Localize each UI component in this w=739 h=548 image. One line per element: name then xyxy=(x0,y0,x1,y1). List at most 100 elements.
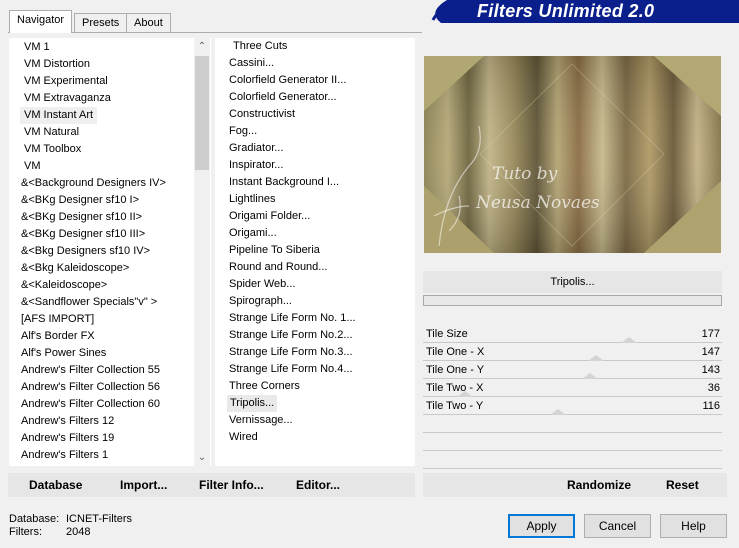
filter-item[interactable]: Inspirator... xyxy=(229,157,283,174)
right-toolbar: Randomize Reset xyxy=(423,473,727,497)
category-item[interactable]: VM Toolbox xyxy=(24,141,81,158)
category-item[interactable]: &<BKg Designer sf10 III> xyxy=(21,226,145,243)
filters-label: Filters: xyxy=(9,526,42,538)
database-info: Database: ICNET-Filters xyxy=(9,513,132,525)
param-slider-thumb[interactable] xyxy=(621,337,638,343)
filter-item[interactable]: Round and Round... xyxy=(229,259,327,276)
category-item[interactable]: Andrew's Filters 1 xyxy=(21,447,108,464)
scroll-up-icon[interactable]: ⌃ xyxy=(194,38,210,55)
category-item[interactable]: &<BKg Designer sf10 II> xyxy=(21,209,142,226)
scroll-down-icon[interactable]: ⌄ xyxy=(194,449,210,466)
param-row[interactable]: Tile One - Y 143 xyxy=(423,362,722,380)
param-value: 116 xyxy=(702,400,720,412)
app-banner: Filters Unlimited 2.0 xyxy=(427,0,739,23)
filter-item[interactable]: Spirograph... xyxy=(229,293,292,310)
filter-item[interactable]: Tripolis... xyxy=(227,395,278,412)
filter-item[interactable]: Strange Life Form No.4... xyxy=(229,361,353,378)
category-item[interactable]: VM xyxy=(24,158,41,175)
randomize-button[interactable]: Randomize xyxy=(567,478,631,492)
tab-about-label: About xyxy=(134,17,163,29)
progress-bar xyxy=(423,295,722,306)
filter-item[interactable]: Strange Life Form No.2... xyxy=(229,327,353,344)
category-item[interactable]: Alf's Border FX xyxy=(21,328,95,345)
filter-item[interactable]: Origami Folder... xyxy=(229,208,310,225)
database-button[interactable]: Database xyxy=(29,478,82,492)
filter-item[interactable]: Strange Life Form No.3... xyxy=(229,344,353,361)
category-item[interactable]: [AFS IMPORT] xyxy=(21,311,94,328)
cancel-button[interactable]: Cancel xyxy=(584,514,651,538)
import-button[interactable]: Import... xyxy=(120,478,167,492)
category-item[interactable]: &<BKg Designer sf10 I> xyxy=(21,192,139,209)
param-slider-thumb[interactable] xyxy=(588,355,605,361)
filter-item[interactable]: Cassini... xyxy=(229,55,274,72)
filter-item[interactable]: Wired xyxy=(229,429,258,446)
tab-about[interactable]: About xyxy=(126,13,171,32)
category-item[interactable]: VM Experimental xyxy=(24,73,108,90)
category-item[interactable]: Andrew's Filters 19 xyxy=(21,430,114,447)
filter-item[interactable]: Lightlines xyxy=(229,191,275,208)
filter-item[interactable]: Instant Background I... xyxy=(229,174,339,191)
category-item[interactable]: VM 1 xyxy=(24,39,50,56)
filter-item[interactable]: Constructivist xyxy=(229,106,295,123)
param-slider-track[interactable] xyxy=(423,378,722,379)
category-item[interactable]: &<Background Designers IV> xyxy=(21,175,166,192)
category-scrollbar[interactable]: ⌃ ⌄ xyxy=(194,38,210,466)
filter-item[interactable]: Strange Life Form No. 1... xyxy=(229,310,356,327)
param-label: Tile Two - Y xyxy=(426,400,484,412)
category-item[interactable]: &<Kaleidoscope> xyxy=(21,277,107,294)
category-item[interactable]: VM Distortion xyxy=(24,56,90,73)
category-item[interactable]: VM Natural xyxy=(24,124,79,141)
category-list[interactable]: VM 1 VM Distortion VM Experimental VM Extra… xyxy=(9,38,211,466)
tab-presets[interactable]: Presets xyxy=(74,13,128,32)
param-slider-track xyxy=(423,432,722,433)
category-item[interactable]: Andrew's Filter Collection 60 xyxy=(21,396,160,413)
param-slider-thumb[interactable] xyxy=(549,409,566,415)
category-item[interactable]: &<Bkg Designers sf10 IV> xyxy=(21,243,150,260)
category-item[interactable]: &<Sandflower Specials"v" > xyxy=(21,294,157,311)
apply-button[interactable]: Apply xyxy=(508,514,575,538)
editor-button[interactable]: Editor... xyxy=(296,478,340,492)
filter-item[interactable]: Three Cuts xyxy=(233,38,287,55)
tab-navigator[interactable]: Navigator xyxy=(9,10,73,33)
filter-info-button[interactable]: Filter Info... xyxy=(199,478,264,492)
filter-item[interactable]: Colorfield Generator... xyxy=(229,89,337,106)
param-row[interactable]: Tile Two - X 36 xyxy=(423,380,722,398)
param-slider-track xyxy=(423,450,722,451)
filter-item[interactable]: Spider Web... xyxy=(229,276,295,293)
param-slider-track[interactable] xyxy=(423,360,722,361)
current-filter-name: Tripolis... xyxy=(423,271,722,293)
filter-item[interactable]: Gradiator... xyxy=(229,140,283,157)
help-button[interactable]: Help xyxy=(660,514,727,538)
watermark-line2: Neusa Novaes xyxy=(475,193,600,213)
reset-button[interactable]: Reset xyxy=(666,478,699,492)
param-value: 143 xyxy=(701,364,720,376)
param-row[interactable]: Tile One - X 147 xyxy=(423,344,722,362)
scroll-thumb[interactable] xyxy=(195,56,209,170)
category-item[interactable]: VM Extravaganza xyxy=(24,90,111,107)
param-slider-track[interactable] xyxy=(423,342,722,343)
param-slider-track[interactable] xyxy=(423,414,722,415)
filter-item[interactable]: Pipeline To Siberia xyxy=(229,242,320,259)
param-label: Tile One - X xyxy=(426,346,485,358)
preview-image: Tuto by Neusa Novaes xyxy=(424,56,721,253)
filter-list[interactable]: Three Cuts Cassini... Colorfield Generator… xyxy=(215,38,415,466)
filter-item[interactable]: Vernissage... xyxy=(229,412,293,429)
filters-info: Filters: 2048 xyxy=(9,526,90,538)
filters-value: 2048 xyxy=(66,526,91,538)
category-item[interactable]: Alf's Power Sines xyxy=(21,345,106,362)
param-value: 147 xyxy=(701,346,720,358)
filter-item[interactable]: Origami... xyxy=(229,225,277,242)
param-row[interactable]: Tile Two - Y 116 xyxy=(423,398,722,416)
database-value: ICNET-Filters xyxy=(66,513,132,525)
category-item[interactable]: Andrew's Filters 12 xyxy=(21,413,114,430)
param-slider-thumb[interactable] xyxy=(582,373,599,379)
filter-item[interactable]: Three Corners xyxy=(229,378,300,395)
filter-item[interactable]: Fog... xyxy=(229,123,257,140)
param-row[interactable]: Tile Size 177 xyxy=(423,326,722,344)
param-label: Tile One - Y xyxy=(426,364,485,376)
category-item[interactable]: VM Instant Art xyxy=(20,107,98,124)
category-item[interactable]: Andrew's Filter Collection 56 xyxy=(21,379,160,396)
filter-item[interactable]: Colorfield Generator II... xyxy=(229,72,346,89)
category-item[interactable]: Andrew's Filter Collection 55 xyxy=(21,362,160,379)
category-item[interactable]: &<Bkg Kaleidoscope> xyxy=(21,260,129,277)
